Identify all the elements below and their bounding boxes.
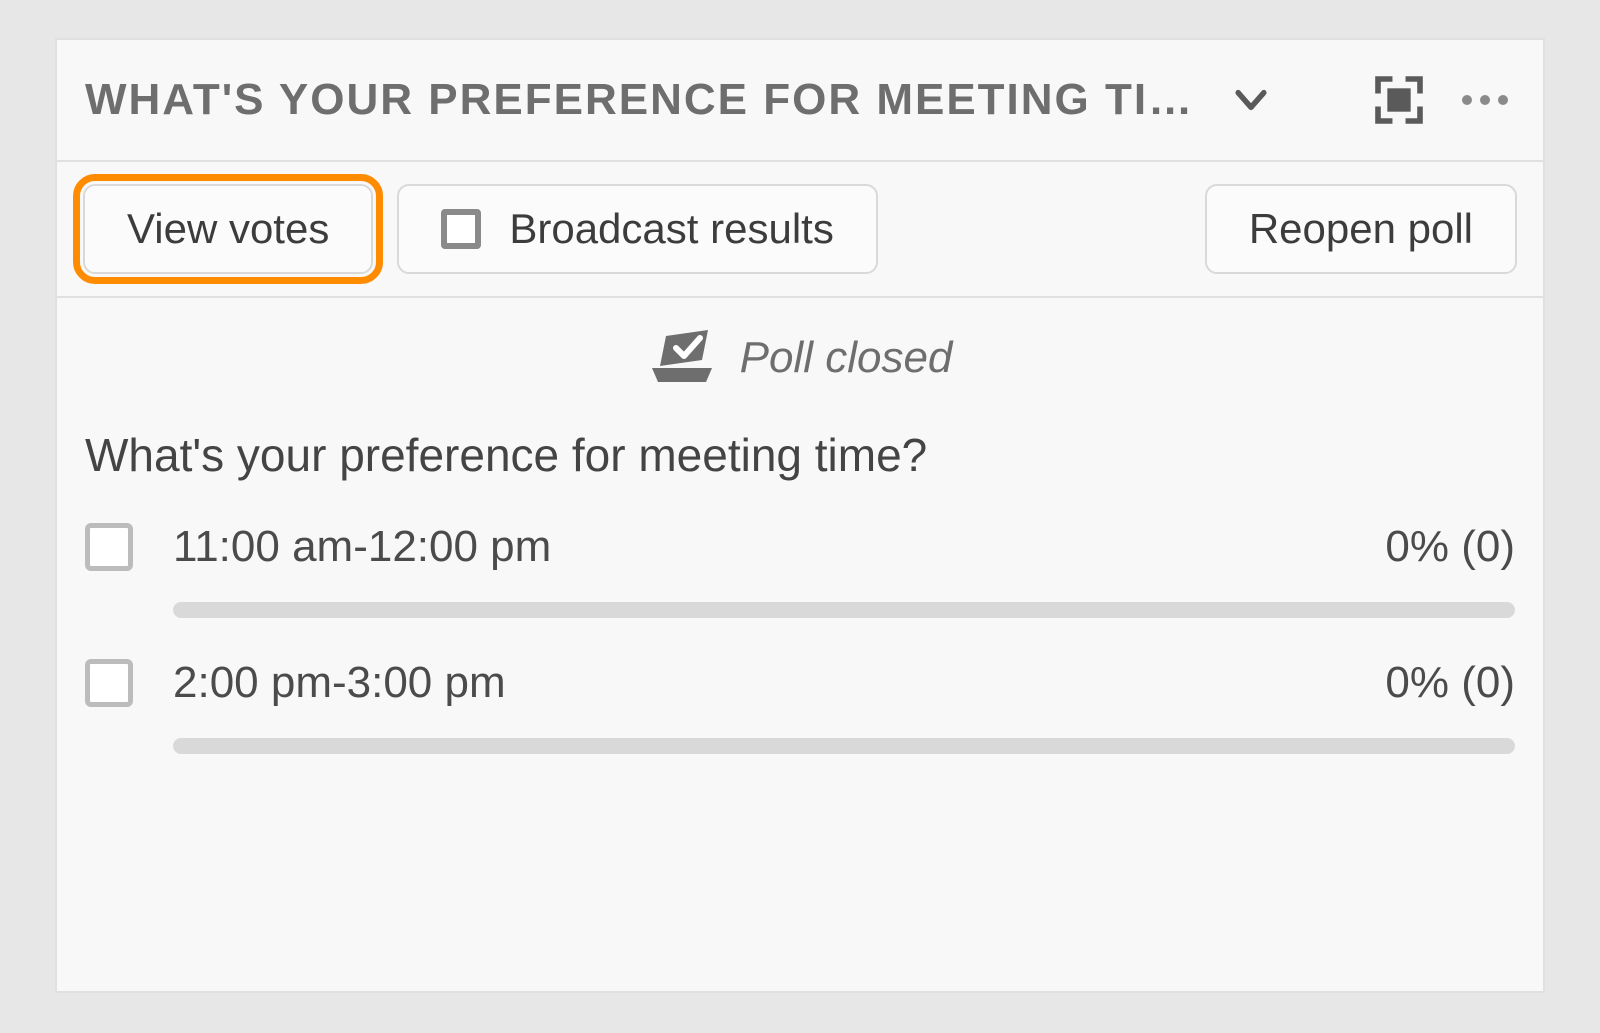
poll-panel: WHAT'S YOUR PREFERENCE FOR MEETING TIME…… xyxy=(55,38,1545,993)
poll-option: 2:00 pm-3:00 pm 0% (0) xyxy=(85,658,1515,754)
view-votes-label: View votes xyxy=(127,205,329,253)
option-label: 2:00 pm-3:00 pm xyxy=(173,658,1345,708)
option-checkbox[interactable] xyxy=(85,523,133,571)
option-progress-bar xyxy=(173,602,1515,618)
fullscreen-icon[interactable] xyxy=(1371,72,1427,128)
poll-status: Poll closed xyxy=(57,298,1543,418)
reopen-poll-label: Reopen poll xyxy=(1249,205,1473,253)
option-label: 11:00 am-12:00 pm xyxy=(173,522,1345,572)
chevron-down-icon[interactable] xyxy=(1229,78,1273,122)
poll-toolbar: View votes Broadcast results Reopen poll xyxy=(57,162,1543,298)
panel-title: WHAT'S YOUR PREFERENCE FOR MEETING TIME… xyxy=(85,75,1205,125)
poll-content: What's your preference for meeting time?… xyxy=(57,418,1543,794)
panel-header: WHAT'S YOUR PREFERENCE FOR MEETING TIME… xyxy=(57,40,1543,162)
option-checkbox[interactable] xyxy=(85,659,133,707)
more-icon[interactable] xyxy=(1455,78,1515,122)
poll-status-text: Poll closed xyxy=(740,333,953,383)
reopen-poll-button[interactable]: Reopen poll xyxy=(1205,184,1517,274)
view-votes-button[interactable]: View votes xyxy=(83,184,373,274)
broadcast-results-label: Broadcast results xyxy=(509,205,833,253)
broadcast-checkbox-icon xyxy=(441,209,481,249)
option-progress-bar xyxy=(173,738,1515,754)
poll-question: What's your preference for meeting time? xyxy=(85,428,1515,482)
option-value: 0% (0) xyxy=(1385,658,1515,708)
broadcast-results-button[interactable]: Broadcast results xyxy=(397,184,877,274)
poll-option: 11:00 am-12:00 pm 0% (0) xyxy=(85,522,1515,618)
option-value: 0% (0) xyxy=(1385,522,1515,572)
ballot-box-icon xyxy=(648,328,716,389)
